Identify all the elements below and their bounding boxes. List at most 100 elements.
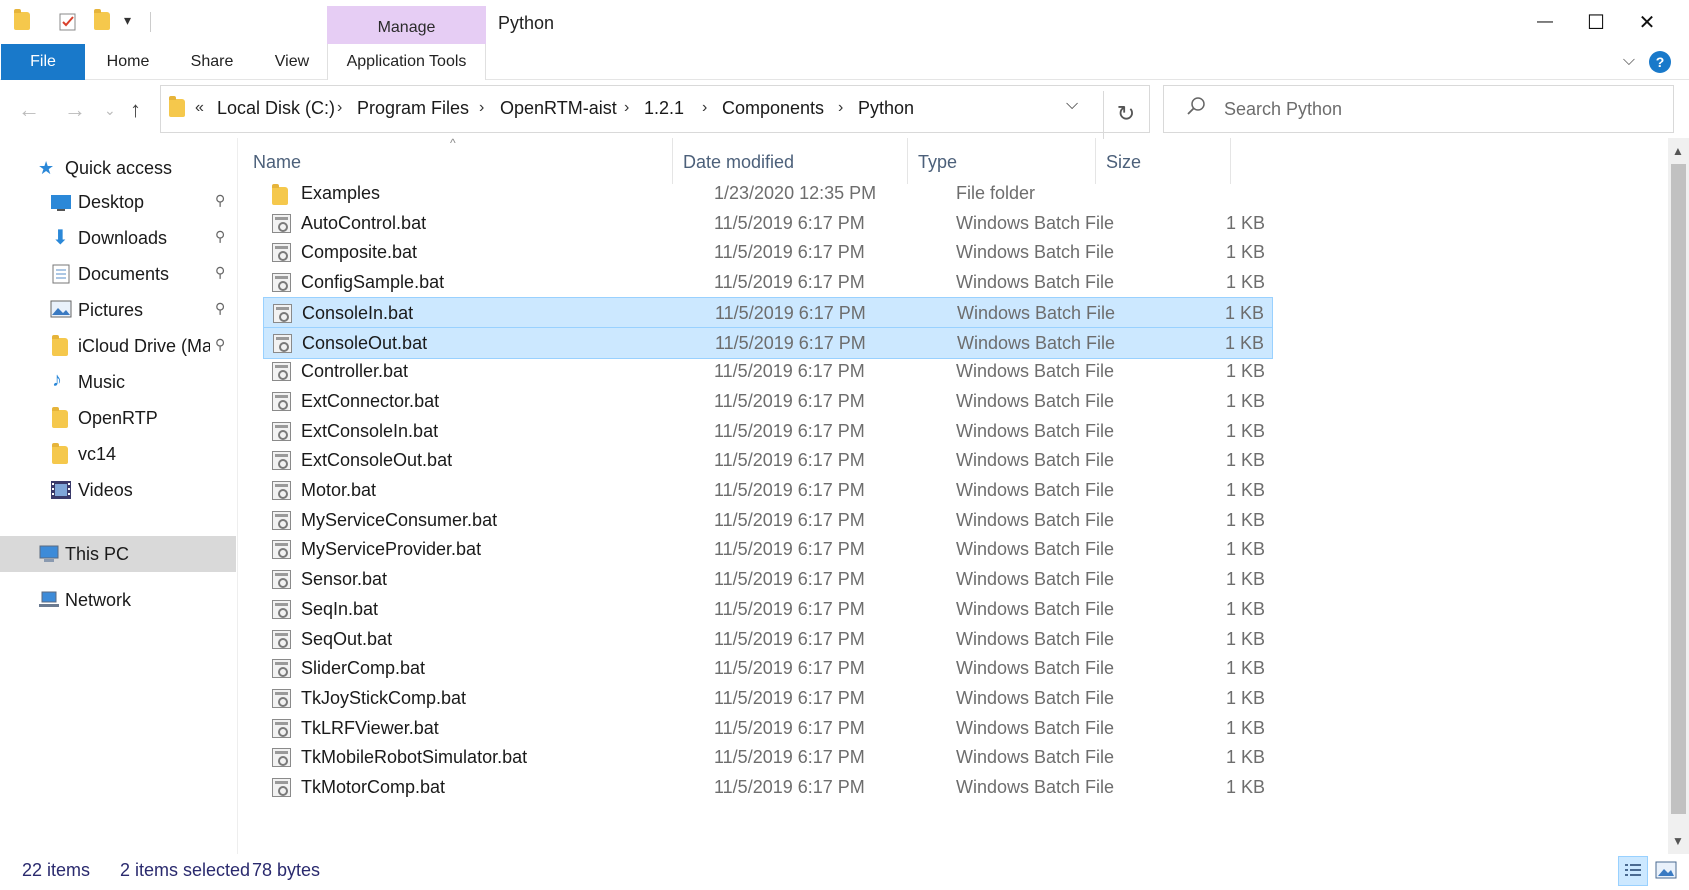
nav-item-videos[interactable]: Videos xyxy=(0,472,236,508)
file-row[interactable]: ConsoleIn.bat 11/5/2019 6:17 PM Windows Ba… xyxy=(263,296,1273,329)
tab-share[interactable]: Share xyxy=(180,44,244,80)
file-row[interactable]: TkMobileRobotSimulator.bat 11/5/2019 6:17… xyxy=(263,742,1273,774)
pin-icon[interactable]: ⚲ xyxy=(215,264,225,281)
breadcrumb-python[interactable]: Python xyxy=(858,98,914,119)
vertical-scrollbar[interactable]: ▲ ▼ xyxy=(1668,138,1689,854)
file-size: 1 KB xyxy=(1225,212,1265,233)
expand-ribbon-icon[interactable]: ⌵ xyxy=(1623,52,1635,70)
refresh-button[interactable]: ↻ xyxy=(1103,91,1148,139)
file-row[interactable]: SeqOut.bat 11/5/2019 6:17 PM Windows Batch… xyxy=(263,624,1273,656)
file-row[interactable]: TkLRFViewer.bat 11/5/2019 6:17 PM Windows … xyxy=(263,713,1273,745)
breadcrumb-local-disk[interactable]: Local Disk (C:) xyxy=(217,98,335,119)
star-icon: ★ xyxy=(38,158,55,178)
file-row[interactable]: ExtConsoleIn.bat 11/5/2019 6:17 PM Windows… xyxy=(263,416,1273,448)
breadcrumb-openrtm-aist[interactable]: OpenRTM-aist xyxy=(500,98,617,119)
column-type[interactable]: Type xyxy=(918,152,957,173)
scroll-down-icon[interactable]: ▼ xyxy=(1672,834,1684,848)
back-icon[interactable]: ← xyxy=(18,97,40,123)
maximize-button[interactable]: ☐ xyxy=(1574,6,1618,38)
recent-locations-icon[interactable]: ⌄ xyxy=(104,102,116,119)
large-icons-view-button[interactable] xyxy=(1652,856,1682,886)
nav-label: OpenRTP xyxy=(78,408,158,428)
nav-item-pictures[interactable]: Pictures ⚲ xyxy=(0,292,236,328)
breadcrumb-program-files[interactable]: Program Files xyxy=(357,98,469,119)
file-row[interactable]: SliderComp.bat 11/5/2019 6:17 PM Windows B… xyxy=(263,653,1273,685)
batch-file-icon xyxy=(272,362,292,382)
file-date-modified: 11/5/2019 6:17 PM xyxy=(714,480,865,500)
details-view-button[interactable] xyxy=(1618,856,1648,886)
file-name: Composite.bat xyxy=(301,242,418,263)
file-row[interactable]: ConfigSample.bat 11/5/2019 6:17 PM Windows… xyxy=(263,267,1273,299)
file-size: 1 KB xyxy=(1225,242,1265,263)
tab-file[interactable]: File xyxy=(1,44,85,80)
nav-item-vc14[interactable]: vc14 xyxy=(0,436,236,472)
file-row[interactable]: ExtConsoleOut.bat 11/5/2019 6:17 PM Window… xyxy=(263,445,1273,477)
chevron-right-icon[interactable]: › xyxy=(337,99,342,117)
nav-item-downloads[interactable]: ⬇ Downloads ⚲ xyxy=(0,220,236,256)
breadcrumb-components[interactable]: Components xyxy=(722,98,824,119)
nav-item-this-pc[interactable]: This PC xyxy=(0,536,236,572)
search-box[interactable] xyxy=(1163,85,1674,133)
file-row[interactable]: Composite.bat 11/5/2019 6:17 PM Windows Ba… xyxy=(263,237,1273,269)
up-icon[interactable]: ↑ xyxy=(130,97,141,123)
file-row[interactable]: TkMotorComp.bat 11/5/2019 6:17 PM Windows … xyxy=(263,772,1273,804)
scrollbar-thumb[interactable] xyxy=(1671,164,1686,814)
properties-icon[interactable] xyxy=(58,12,78,32)
column-size[interactable]: Size xyxy=(1106,152,1141,173)
pin-icon[interactable]: ⚲ xyxy=(215,300,225,317)
tab-view[interactable]: View xyxy=(264,44,320,80)
tab-manage[interactable]: Manage xyxy=(327,6,486,44)
tab-application-tools[interactable]: Application Tools xyxy=(327,44,486,80)
file-row[interactable]: Controller.bat 11/5/2019 6:17 PM Windows B… xyxy=(263,356,1273,388)
file-row[interactable]: Motor.bat 11/5/2019 6:17 PM Windows Batch … xyxy=(263,475,1273,507)
documents-icon xyxy=(52,264,74,284)
pin-icon[interactable]: ⚲ xyxy=(215,336,225,353)
breadcrumb-version[interactable]: 1.2.1 xyxy=(644,98,684,119)
address-bar[interactable]: « Local Disk (C:) › Program Files › Open… xyxy=(160,85,1150,139)
chevron-right-icon[interactable]: › xyxy=(838,99,843,117)
nav-label: Desktop xyxy=(78,192,145,212)
nav-item-music[interactable]: ♪ Music xyxy=(0,364,236,400)
file-row[interactable]: ExtConnector.bat 11/5/2019 6:17 PM Windows… xyxy=(263,386,1273,418)
tab-home[interactable]: Home xyxy=(96,44,160,80)
new-folder-icon[interactable] xyxy=(94,9,114,32)
nav-item-desktop[interactable]: Desktop ⚲ xyxy=(0,184,236,220)
close-button[interactable]: ✕ xyxy=(1625,6,1669,38)
nav-item-openrtp[interactable]: OpenRTP xyxy=(0,400,236,436)
column-date-modified[interactable]: Date modified xyxy=(683,152,794,173)
nav-item-network[interactable]: Network xyxy=(0,582,236,618)
pin-icon[interactable]: ⚲ xyxy=(215,192,225,209)
file-size: 1 KB xyxy=(1225,687,1265,708)
file-row[interactable]: AutoControl.bat 11/5/2019 6:17 PM Windows … xyxy=(263,208,1273,240)
file-row[interactable]: Examples 1/23/2020 12:35 PM File folder xyxy=(263,178,1273,210)
scroll-up-icon[interactable]: ▲ xyxy=(1672,144,1684,158)
nav-item-icloud-drive[interactable]: iCloud Drive (Ma ⚲ xyxy=(0,328,236,364)
file-row[interactable]: SeqIn.bat 11/5/2019 6:17 PM Windows Batch … xyxy=(263,594,1273,626)
chevron-right-icon[interactable]: › xyxy=(479,99,484,117)
customize-quick-access-icon[interactable]: ▾ xyxy=(124,12,144,32)
forward-icon[interactable]: → xyxy=(64,97,86,123)
file-date-modified: 11/5/2019 6:17 PM xyxy=(714,717,865,738)
nav-label: Quick access xyxy=(65,158,173,178)
file-row[interactable]: Sensor.bat 11/5/2019 6:17 PM Windows Batch… xyxy=(263,564,1273,596)
file-row[interactable]: MyServiceConsumer.bat 11/5/2019 6:17 PM Wi… xyxy=(263,505,1273,537)
nav-label: This PC xyxy=(65,544,130,564)
file-row[interactable]: TkJoyStickComp.bat 11/5/2019 6:17 PM Windo… xyxy=(263,683,1273,715)
pin-icon[interactable]: ⚲ xyxy=(215,228,225,245)
file-name: SliderComp.bat xyxy=(301,658,426,679)
chevron-right-icon[interactable]: › xyxy=(702,99,707,117)
file-name: ConfigSample.bat xyxy=(301,272,445,293)
file-row[interactable]: ConsoleOut.bat 11/5/2019 6:17 PM Windows B… xyxy=(263,326,1273,359)
nav-item-documents[interactable]: Documents ⚲ xyxy=(0,256,236,292)
nav-item-quick-access[interactable]: ★ Quick access xyxy=(0,150,236,186)
file-row[interactable]: MyServiceProvider.bat 11/5/2019 6:17 PM Wi… xyxy=(263,534,1273,566)
minimize-button[interactable]: — xyxy=(1523,6,1567,38)
chevron-down-icon[interactable]: ⌵ xyxy=(1066,96,1078,114)
overflow-icon[interactable]: « xyxy=(195,99,204,117)
file-date-modified: 11/5/2019 6:17 PM xyxy=(714,747,865,768)
folder-icon[interactable] xyxy=(14,9,34,32)
column-name[interactable]: Name xyxy=(253,152,301,173)
search-input[interactable] xyxy=(1224,96,1644,122)
help-icon[interactable]: ? xyxy=(1649,51,1671,73)
chevron-right-icon[interactable]: › xyxy=(624,99,629,117)
